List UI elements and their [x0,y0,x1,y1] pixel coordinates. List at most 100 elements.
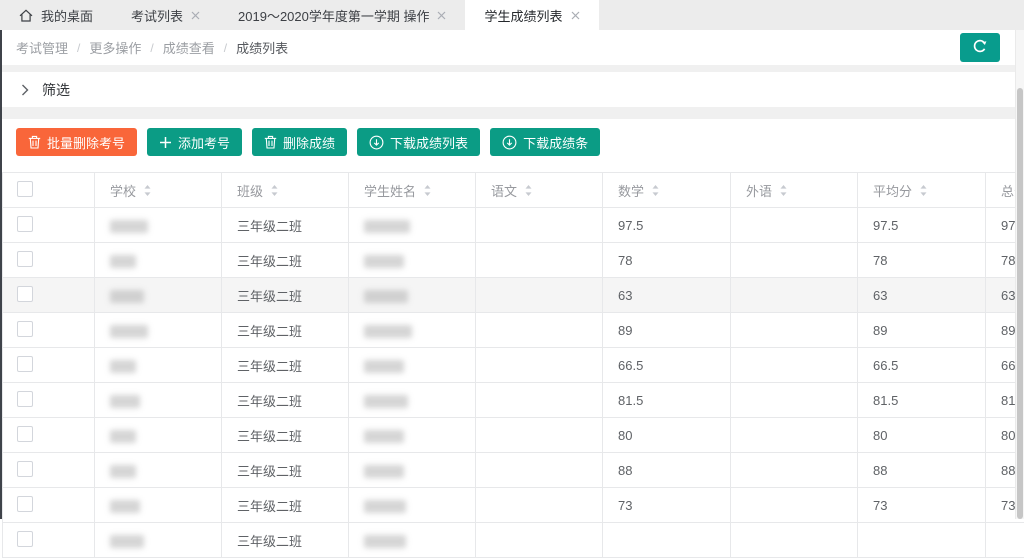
math-cell: 80 [603,418,731,453]
toolbar-button-2[interactable]: 添加考号 [147,128,242,156]
tab-label: 2019～2020学年度第一学期 操作 [238,6,429,25]
close-icon[interactable] [571,11,580,20]
class-cell: 三年级二班 [222,523,349,558]
column-header: 平均分 [858,173,986,208]
row-checkbox[interactable] [17,286,33,302]
redacted-cell [95,383,222,418]
foreign-cell [731,313,858,348]
avg-cell: 73 [858,488,986,523]
redacted-cell [349,348,476,383]
avg-cell: 89 [858,313,986,348]
class-cell: 三年级二班 [222,208,349,243]
avg-cell: 66.5 [858,348,986,383]
class-cell: 三年级二班 [222,383,349,418]
school-redacted [110,255,136,268]
column-header-content[interactable]: 班级 [237,181,344,200]
refresh-button[interactable] [960,33,1000,62]
column-header-content[interactable]: 平均分 [873,181,981,200]
chinese-cell [476,278,603,313]
school-redacted [110,500,140,513]
class-cell: 三年级二班 [222,348,349,383]
math-cell: 63 [603,278,731,313]
row-checkbox[interactable] [17,531,33,547]
breadcrumb-item[interactable]: 更多操作 [89,38,141,57]
student-name-redacted [364,255,404,268]
column-header: 外语 [731,173,858,208]
row-checkbox[interactable] [17,356,33,372]
close-icon[interactable] [437,11,446,20]
breadcrumb-separator: / [150,41,153,55]
toolbar-button-5[interactable]: 下载成绩条 [490,128,600,156]
school-redacted [110,395,140,408]
column-header: 语文 [476,173,603,208]
row-checkbox[interactable] [17,251,33,267]
student-name-redacted [364,290,408,303]
total-cell [986,523,1024,558]
breadcrumb-item[interactable]: 成绩列表 [236,38,288,57]
row-checkbox[interactable] [17,426,33,442]
column-header-content[interactable]: 数学 [618,181,726,200]
filter-label: 筛选 [42,80,70,100]
redacted-cell [95,418,222,453]
math-cell: 66.5 [603,348,731,383]
chinese-cell [476,348,603,383]
redacted-cell [349,313,476,348]
select-all-checkbox[interactable] [17,181,33,197]
class-cell: 三年级二班 [222,488,349,523]
download-icon [502,135,517,150]
breadcrumb-item[interactable]: 考试管理 [16,38,68,57]
redacted-cell [95,278,222,313]
tab-4[interactable]: 学生成绩列表 [465,0,598,30]
button-label: 下载成绩列表 [390,133,468,152]
scrollbar-thumb[interactable] [1017,88,1023,519]
chinese-cell [476,488,603,523]
chinese-cell [476,453,603,488]
column-header: 班级 [222,173,349,208]
toolbar-button-4[interactable]: 下载成绩列表 [357,128,480,156]
redacted-cell [349,488,476,523]
tab-3[interactable]: 2019～2020学年度第一学期 操作 [219,0,465,30]
column-header-content[interactable]: 学生姓名 [364,181,471,200]
avg-cell: 78 [858,243,986,278]
column-header-content[interactable]: 语文 [491,181,598,200]
header-checkbox-cell [3,173,95,208]
school-redacted [110,535,144,548]
tab-label: 我的桌面 [41,6,93,25]
toolbar-button-1[interactable]: 批量删除考号 [16,128,137,156]
breadcrumb-item[interactable]: 成绩查看 [163,38,215,57]
redacted-cell [95,243,222,278]
table-row: 三年级二班97.597.597.5 [3,208,1024,243]
tab-2[interactable]: 考试列表 [112,0,219,30]
home-icon [19,9,33,22]
foreign-cell [731,523,858,558]
trash-icon [264,135,277,149]
row-checkbox[interactable] [17,496,33,512]
school-redacted [110,360,136,373]
row-checkbox-cell [3,488,95,523]
school-redacted [110,430,136,443]
toolbar-button-3[interactable]: 删除成绩 [252,128,347,156]
filter-toggle[interactable]: 筛选 [2,72,1024,107]
close-icon[interactable] [191,11,200,20]
row-checkbox-cell [3,348,95,383]
section-divider [2,65,1024,72]
tab-1[interactable]: 我的桌面 [0,0,112,30]
avg-cell: 81.5 [858,383,986,418]
student-name-redacted [364,360,404,373]
chinese-cell [476,383,603,418]
table-row: 三年级二班737373 [3,488,1024,523]
school-redacted [110,220,148,233]
column-header-content[interactable]: 学校 [110,181,217,200]
column-header-label: 班级 [237,181,263,200]
scrollbar[interactable] [1015,30,1024,519]
table-row: 三年级二班888888 [3,453,1024,488]
table-row: 三年级二班898989 [3,313,1024,348]
row-checkbox[interactable] [17,216,33,232]
column-header-content[interactable]: 外语 [746,181,853,200]
sort-icon [651,184,660,197]
row-checkbox[interactable] [17,391,33,407]
button-label: 添加考号 [178,133,230,152]
avg-cell: 63 [858,278,986,313]
row-checkbox[interactable] [17,461,33,477]
row-checkbox[interactable] [17,321,33,337]
